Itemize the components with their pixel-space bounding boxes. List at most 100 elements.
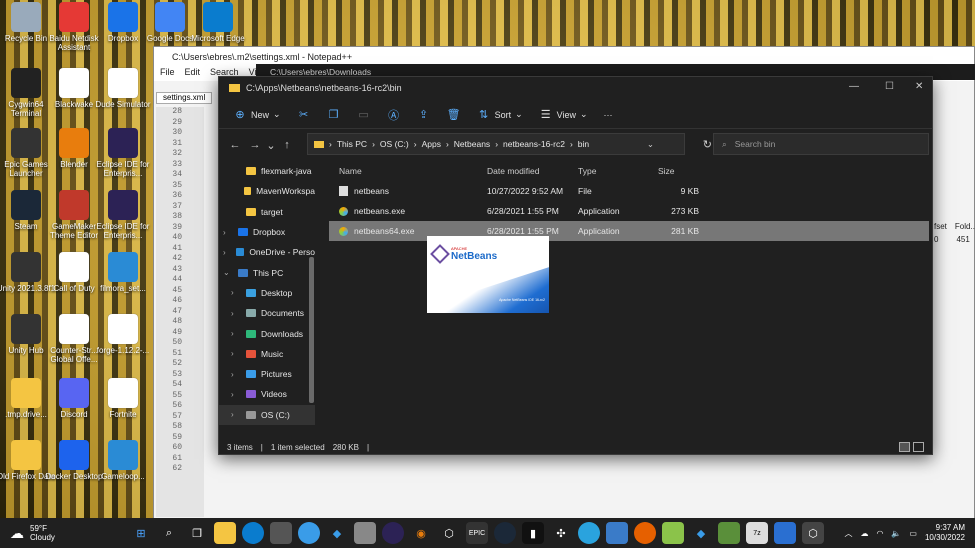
nav-scrollbar[interactable] — [309, 257, 314, 403]
7zip-icon[interactable]: 7z — [746, 522, 768, 544]
menu-file[interactable]: File — [160, 67, 175, 81]
minecraft-icon[interactable] — [718, 522, 740, 544]
crumb-os-c[interactable]: OS (C:) — [380, 139, 409, 149]
task-view-icon[interactable]: ❐ — [186, 522, 208, 544]
details-view-icon[interactable] — [899, 442, 910, 452]
nav-item[interactable]: flexmark-java — [219, 161, 315, 181]
col-type[interactable]: Type — [578, 166, 654, 176]
nav-item[interactable]: › Documents — [219, 303, 315, 323]
forward-icon[interactable]: → — [245, 139, 265, 151]
desktop-icon[interactable]: filmora_set... — [93, 252, 153, 293]
desktop-icon[interactable]: Eclipse IDE for Enterpris... — [93, 190, 153, 240]
sort-button[interactable]: ⇅ Sort ⌄ — [473, 106, 527, 123]
col-date[interactable]: Date modified — [487, 166, 578, 176]
paint-icon[interactable] — [774, 522, 796, 544]
nav-item[interactable]: › Videos — [219, 384, 315, 404]
eclipse-icon[interactable] — [382, 522, 404, 544]
nav-item[interactable]: › Music — [219, 344, 315, 364]
chevron-icon[interactable]: › — [231, 410, 241, 419]
vscode-icon[interactable]: ◆ — [326, 522, 348, 544]
minimize-icon[interactable]: — — [849, 81, 859, 92]
desktop-icon[interactable]: Microsoft Edge — [188, 2, 248, 43]
recent-chevron-icon[interactable]: ⌄ — [265, 139, 277, 152]
desktop-icon[interactable]: Eclipse IDE for Enterpris... — [93, 128, 153, 178]
rename-button[interactable]: Ⓐ — [383, 105, 405, 125]
crumb-apps[interactable]: Apps — [422, 139, 441, 149]
edge-icon[interactable] — [242, 522, 264, 544]
nav-item[interactable]: MavenWorkspa — [219, 181, 315, 201]
blender-icon[interactable]: ◉ — [410, 522, 432, 544]
nav-item[interactable]: › Desktop — [219, 283, 315, 303]
firefox-icon[interactable] — [634, 522, 656, 544]
steam-icon[interactable] — [494, 522, 516, 544]
up-icon[interactable]: ↑ — [277, 139, 297, 151]
menu-edit[interactable]: Edit — [185, 67, 201, 81]
chevron-up-icon[interactable]: ︿ — [844, 528, 852, 539]
weather-widget[interactable]: ☁ 59°F Cloudy — [0, 524, 130, 542]
crumb-netbeans-16-rc2[interactable]: netbeans-16-rc2 — [503, 139, 565, 149]
file-row[interactable]: netbeans.exe 6/28/2021 1:55 PM Application… — [329, 201, 929, 221]
close-icon[interactable]: ✕ — [915, 81, 923, 92]
slack-icon[interactable]: ✣ — [550, 522, 572, 544]
chevron-icon[interactable]: › — [231, 349, 241, 358]
nav-item[interactable]: › Dropbox — [219, 222, 315, 242]
share-button[interactable]: ⇪ — [413, 106, 435, 123]
nav-item[interactable]: › Downloads — [219, 323, 315, 343]
crumb-netbeans[interactable]: Netbeans — [454, 139, 490, 149]
explorer-window[interactable]: C:\Apps\Netbeans\netbeans-16-rc2\bin — ☐… — [218, 76, 933, 455]
address-dropdown-icon[interactable]: ⌄ — [647, 139, 654, 150]
search-icon[interactable]: ⌕ — [158, 522, 180, 544]
battery-icon[interactable]: ▭ — [909, 529, 917, 538]
refresh-icon[interactable]: ↻ — [703, 138, 712, 151]
desktop-icon[interactable]: Gameloop... — [93, 440, 153, 481]
terminal-icon[interactable]: ▮ — [522, 522, 544, 544]
paste-button[interactable]: ▭ — [353, 106, 375, 123]
store-icon[interactable] — [270, 522, 292, 544]
file-row[interactable]: netbeans 10/27/2022 9:52 AM File 9 KB — [329, 181, 929, 201]
chevron-icon[interactable]: › — [223, 248, 231, 257]
tab-settings-xml[interactable]: settings.xml — [156, 92, 213, 104]
desktop-icon[interactable]: Fortnite — [93, 378, 153, 419]
crumb-bin[interactable]: bin — [578, 139, 589, 149]
nav-item[interactable]: › OS (C:) — [219, 404, 315, 425]
back-icon[interactable]: ← — [225, 139, 245, 151]
chevron-icon[interactable]: › — [231, 329, 241, 338]
desktop-icon[interactable]: forge-1.12.2-... — [93, 314, 153, 355]
app-icon[interactable] — [354, 522, 376, 544]
chevron-icon[interactable]: › — [231, 390, 241, 399]
visual-studio-icon[interactable]: ◆ — [690, 522, 712, 544]
photos-icon[interactable] — [606, 522, 628, 544]
col-name[interactable]: Name — [329, 166, 487, 176]
nav-item[interactable]: › Pictures — [219, 364, 315, 384]
copy-button[interactable]: ❐ — [323, 106, 345, 123]
chevron-icon[interactable]: › — [231, 309, 241, 318]
unity-icon[interactable]: ⬡ — [438, 522, 460, 544]
chevron-icon[interactable]: ⌄ — [223, 268, 233, 277]
crumb-this-pc[interactable]: This PC — [337, 139, 367, 149]
chevron-icon[interactable]: › — [231, 370, 241, 379]
view-button[interactable]: ☰ View ⌄ — [535, 106, 592, 123]
file-explorer-icon[interactable] — [214, 522, 236, 544]
delete-button[interactable]: 🗑 — [443, 106, 465, 123]
notepadpp-icon[interactable] — [662, 522, 684, 544]
nav-item[interactable]: › OneDrive - Perso — [219, 242, 315, 262]
tiles-view-icon[interactable] — [913, 442, 924, 452]
desktop-icon[interactable]: Dude Simulator — [93, 68, 153, 109]
safari-icon[interactable] — [298, 522, 320, 544]
file-row[interactable]: netbeans64.exe 6/28/2021 1:55 PM Applicati… — [329, 221, 929, 241]
epic-games-icon[interactable]: EPIC — [466, 522, 488, 544]
chevron-icon[interactable]: › — [231, 288, 241, 297]
address-bar[interactable]: › This PC › OS (C:) › Apps › Netbeans › netb… — [307, 133, 712, 155]
wifi-icon[interactable]: ◠ — [876, 529, 883, 538]
new-button[interactable]: ⊕ New ⌄ — [229, 106, 285, 123]
maximize-icon[interactable]: ☐ — [885, 81, 894, 92]
telegram-icon[interactable] — [578, 522, 600, 544]
search-input[interactable]: ⌕ Search bin — [713, 133, 929, 155]
more-button[interactable]: ··· — [600, 108, 617, 122]
speaker-icon[interactable]: 🔈 — [891, 529, 901, 538]
nav-item[interactable]: target — [219, 202, 315, 222]
nav-item[interactable]: ⌄ This PC — [219, 262, 315, 282]
cloud-tray-icon[interactable]: ☁ — [860, 529, 868, 538]
netbeans-taskbar-icon[interactable]: ⬡ — [802, 522, 824, 544]
chevron-icon[interactable]: › — [223, 228, 233, 237]
